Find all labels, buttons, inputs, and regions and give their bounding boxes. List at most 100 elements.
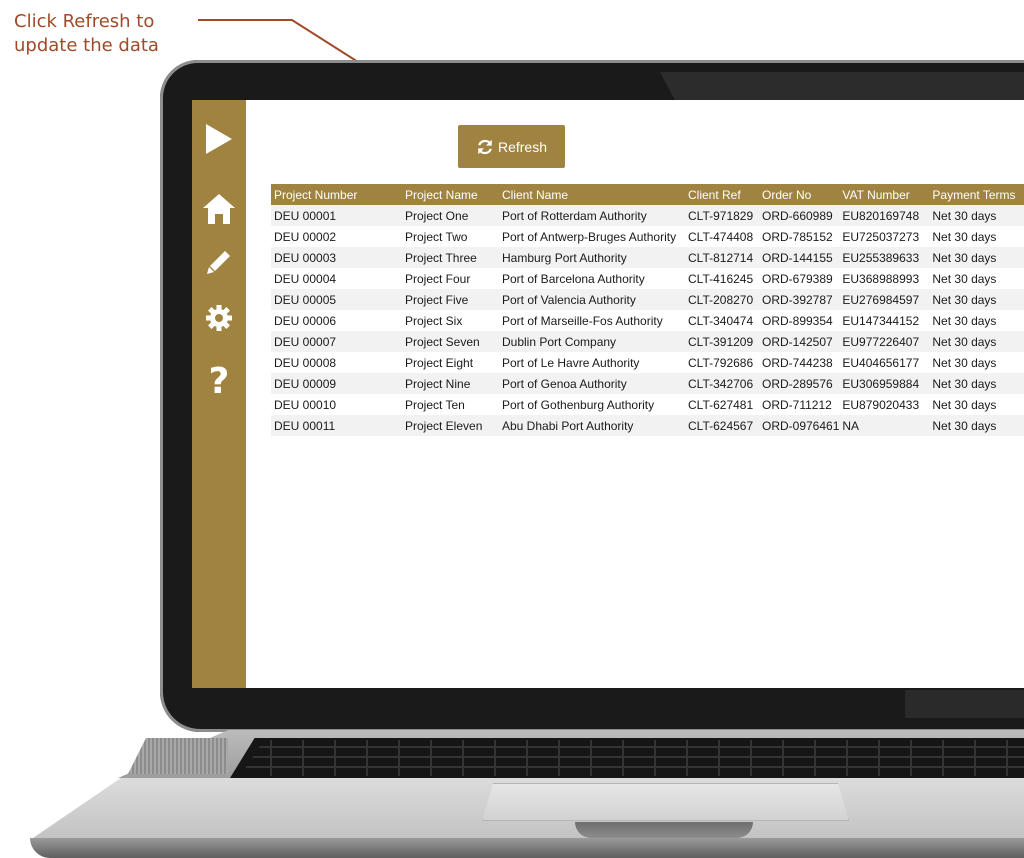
header-order-no[interactable]: Order No [759, 184, 840, 205]
header-project-number[interactable]: Project Number [271, 184, 402, 205]
cell-project-number[interactable]: DEU 00001 [271, 205, 402, 226]
cell-payment-terms[interactable]: Net 30 days [929, 373, 1024, 394]
cell-order-no[interactable]: ORD-899354 [759, 310, 840, 331]
cell-client-name[interactable]: Hamburg Port Authority [499, 247, 685, 268]
cell-client-name[interactable]: Port of Marseille-Fos Authority [499, 310, 685, 331]
header-payment-terms[interactable]: Payment Terms [929, 184, 1024, 205]
table-row[interactable]: DEU 00001 Project One Port of Rotterdam Au… [271, 205, 1024, 226]
cell-client-ref[interactable]: CLT-208270 [685, 289, 759, 310]
cell-project-number[interactable]: DEU 00006 [271, 310, 402, 331]
cell-client-name[interactable]: Port of Rotterdam Authority [499, 205, 685, 226]
cell-project-name[interactable]: Project Five [402, 289, 499, 310]
cell-order-no[interactable]: ORD-392787 [759, 289, 840, 310]
cell-payment-terms[interactable]: Net 30 days [929, 331, 1024, 352]
cell-vat-number[interactable]: EU368988993 [839, 268, 930, 289]
table-row[interactable]: DEU 00005 Project Five Port of Valencia Au… [271, 289, 1024, 310]
cell-project-name[interactable]: Project Four [402, 268, 499, 289]
cell-project-number[interactable]: DEU 00007 [271, 331, 402, 352]
cell-order-no[interactable]: ORD-289576 [759, 373, 840, 394]
cell-order-no[interactable]: ORD-785152 [759, 226, 840, 247]
cell-client-ref[interactable]: CLT-391209 [685, 331, 759, 352]
cell-vat-number[interactable]: EU725037273 [839, 226, 930, 247]
cell-payment-terms[interactable]: Net 30 days [929, 268, 1024, 289]
cell-client-name[interactable]: Port of Valencia Authority [499, 289, 685, 310]
cell-client-ref[interactable]: CLT-474408 [685, 226, 759, 247]
cell-vat-number[interactable]: EU820169748 [839, 205, 930, 226]
cell-client-ref[interactable]: CLT-627481 [685, 394, 759, 415]
cell-vat-number[interactable]: EU879020433 [839, 394, 930, 415]
pencil-icon[interactable] [192, 248, 246, 281]
header-project-name[interactable]: Project Name [402, 184, 499, 205]
cell-client-ref[interactable]: CLT-342706 [685, 373, 759, 394]
cell-order-no[interactable]: ORD-142507 [759, 331, 840, 352]
cell-project-number[interactable]: DEU 00009 [271, 373, 402, 394]
play-icon[interactable] [192, 122, 246, 161]
cell-order-no[interactable]: ORD-660989 [759, 205, 840, 226]
cell-payment-terms[interactable]: Net 30 days [929, 226, 1024, 247]
cell-client-name[interactable]: Port of Antwerp-Bruges Authority [499, 226, 685, 247]
cell-project-name[interactable]: Project Two [402, 226, 499, 247]
cell-vat-number[interactable]: EU147344152 [839, 310, 930, 331]
cell-vat-number[interactable]: EU977226407 [839, 331, 930, 352]
cell-payment-terms[interactable]: Net 30 days [929, 310, 1024, 331]
cell-client-name[interactable]: Port of Barcelona Authority [499, 268, 685, 289]
cell-project-name[interactable]: Project Eleven [402, 415, 499, 436]
cell-project-name[interactable]: Project One [402, 205, 499, 226]
cell-client-name[interactable]: Port of Le Havre Authority [499, 352, 685, 373]
cell-project-name[interactable]: Project Six [402, 310, 499, 331]
cell-project-number[interactable]: DEU 00010 [271, 394, 402, 415]
cell-payment-terms[interactable]: Net 30 days [929, 247, 1024, 268]
cell-vat-number[interactable]: EU306959884 [839, 373, 930, 394]
cell-order-no[interactable]: ORD-711212 [759, 394, 840, 415]
cell-order-no[interactable]: ORD-0976461 [759, 415, 840, 436]
cell-client-name[interactable]: Port of Gothenburg Authority [499, 394, 685, 415]
question-icon[interactable]: ? [192, 358, 246, 406]
cell-project-name[interactable]: Project Nine [402, 373, 499, 394]
refresh-button[interactable]: Refresh [458, 125, 565, 168]
cell-project-number[interactable]: DEU 00011 [271, 415, 402, 436]
cell-order-no[interactable]: ORD-679389 [759, 268, 840, 289]
table-row[interactable]: DEU 00007 Project Seven Dublin Port Compan… [271, 331, 1024, 352]
cell-vat-number[interactable]: EU276984597 [839, 289, 930, 310]
cell-project-name[interactable]: Project Three [402, 247, 499, 268]
gear-icon[interactable] [192, 304, 246, 337]
cell-project-number[interactable]: DEU 00008 [271, 352, 402, 373]
cell-project-number[interactable]: DEU 00003 [271, 247, 402, 268]
table-row[interactable]: DEU 00009 Project Nine Port of Genoa Autho… [271, 373, 1024, 394]
table-row[interactable]: DEU 00010 Project Ten Port of Gothenburg A… [271, 394, 1024, 415]
table-row[interactable]: DEU 00011 Project Eleven Abu Dhabi Port Au… [271, 415, 1024, 436]
cell-project-number[interactable]: DEU 00004 [271, 268, 402, 289]
home-icon[interactable] [192, 192, 246, 231]
table-row[interactable]: DEU 00006 Project Six Port of Marseille-Fo… [271, 310, 1024, 331]
table-row[interactable]: DEU 00002 Project Two Port of Antwerp-Brug… [271, 226, 1024, 247]
table-row[interactable]: DEU 00003 Project Three Hamburg Port Autho… [271, 247, 1024, 268]
cell-project-name[interactable]: Project Ten [402, 394, 499, 415]
cell-client-name[interactable]: Dublin Port Company [499, 331, 685, 352]
table-row[interactable]: DEU 00004 Project Four Port of Barcelona A… [271, 268, 1024, 289]
cell-client-ref[interactable]: CLT-624567 [685, 415, 759, 436]
cell-project-number[interactable]: DEU 00002 [271, 226, 402, 247]
cell-project-name[interactable]: Project Eight [402, 352, 499, 373]
cell-project-name[interactable]: Project Seven [402, 331, 499, 352]
cell-payment-terms[interactable]: Net 30 days [929, 205, 1024, 226]
cell-project-number[interactable]: DEU 00005 [271, 289, 402, 310]
cell-vat-number[interactable]: EU255389633 [839, 247, 930, 268]
cell-payment-terms[interactable]: Net 30 days [929, 289, 1024, 310]
cell-order-no[interactable]: ORD-744238 [759, 352, 840, 373]
cell-client-ref[interactable]: CLT-792686 [685, 352, 759, 373]
header-client-name[interactable]: Client Name [499, 184, 685, 205]
cell-payment-terms[interactable]: Net 30 days [929, 394, 1024, 415]
cell-vat-number[interactable]: EU404656177 [839, 352, 930, 373]
cell-order-no[interactable]: ORD-144155 [759, 247, 840, 268]
cell-client-ref[interactable]: CLT-971829 [685, 205, 759, 226]
cell-client-ref[interactable]: CLT-340474 [685, 310, 759, 331]
table-row[interactable]: DEU 00008 Project Eight Port of Le Havre A… [271, 352, 1024, 373]
cell-client-name[interactable]: Port of Genoa Authority [499, 373, 685, 394]
cell-vat-number[interactable]: NA [839, 415, 930, 436]
cell-payment-terms[interactable]: Net 30 days [929, 352, 1024, 373]
cell-client-name[interactable]: Abu Dhabi Port Authority [499, 415, 685, 436]
cell-client-ref[interactable]: CLT-416245 [685, 268, 759, 289]
cell-payment-terms[interactable]: Net 30 days [929, 415, 1024, 436]
header-vat-number[interactable]: VAT Number [839, 184, 930, 205]
header-client-ref[interactable]: Client Ref [685, 184, 759, 205]
